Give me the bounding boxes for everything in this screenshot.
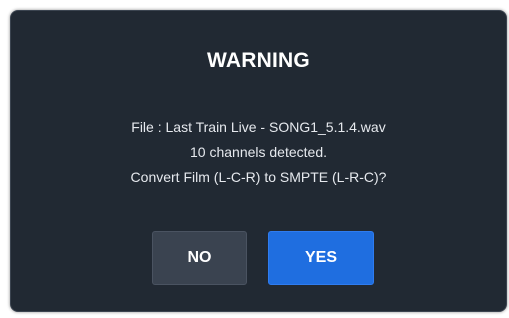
file-name-line: File : Last Train Live - SONG1_5.1.4.wav bbox=[131, 119, 386, 135]
dialog-title: WARNING bbox=[207, 49, 310, 72]
dialog-message: File : Last Train Live - SONG1_5.1.4.wav… bbox=[11, 115, 506, 190]
yes-button-label: YES bbox=[304, 249, 337, 266]
channels-detected-line: 10 channels detected. bbox=[190, 144, 327, 160]
warning-dialog: WARNING File : Last Train Live - SONG1_5… bbox=[10, 10, 507, 312]
convert-question-line: Convert Film (L-C-R) to SMPTE (L-R-C)? bbox=[130, 169, 387, 185]
yes-button[interactable]: YES bbox=[268, 231, 374, 285]
no-button-label: NO bbox=[187, 249, 212, 266]
no-button[interactable]: NO bbox=[152, 231, 247, 285]
